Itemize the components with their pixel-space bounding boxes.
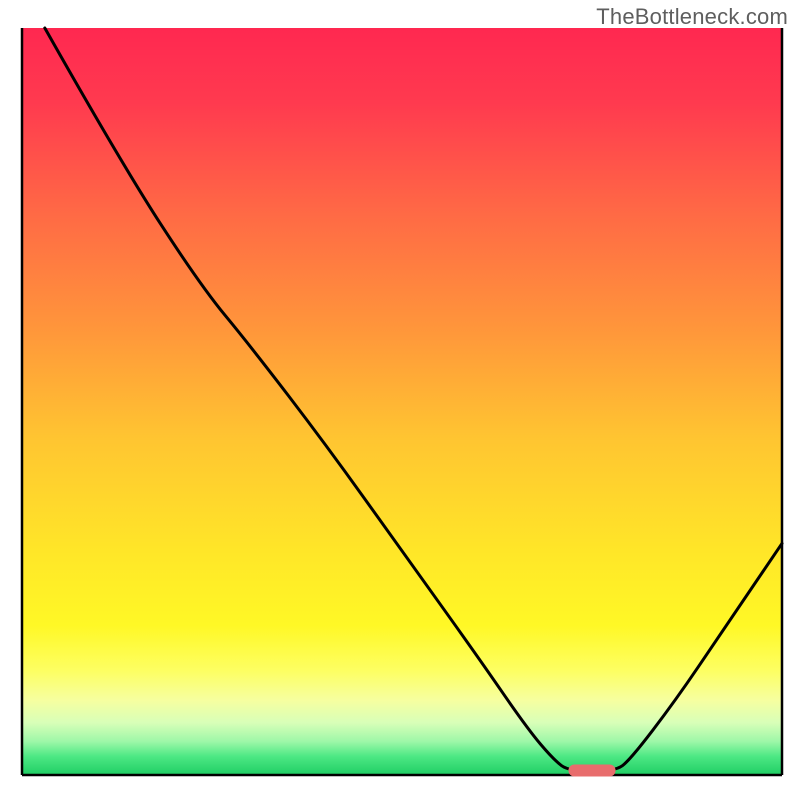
optimal-marker xyxy=(568,765,615,777)
chart-svg xyxy=(0,0,800,800)
bottleneck-chart: TheBottleneck.com xyxy=(0,0,800,800)
watermark-text: TheBottleneck.com xyxy=(596,4,788,30)
plot-background xyxy=(22,28,782,775)
